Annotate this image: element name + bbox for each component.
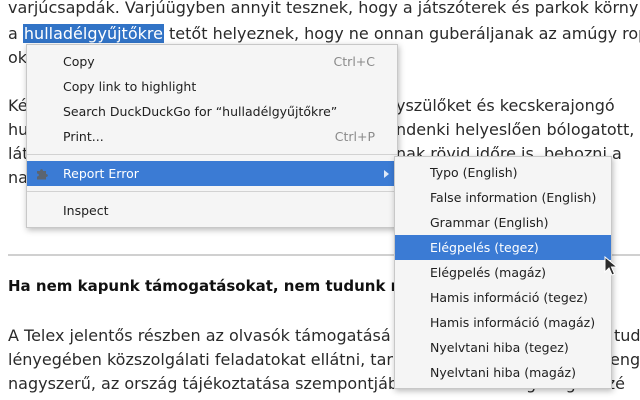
article-line: A Telex jelentős részben az olvasók támo… bbox=[8, 326, 391, 345]
menu-item-copy-link-to-highlight[interactable]: Copy link to highlight bbox=[27, 74, 397, 99]
selected-text[interactable]: hulladélgyűjtőkre bbox=[22, 24, 164, 43]
submenu-item-typo-english[interactable]: Typo (English) bbox=[395, 160, 611, 185]
menu-item-inspect[interactable]: Inspect bbox=[27, 198, 397, 223]
article-line: ok bbox=[8, 48, 28, 67]
menu-item-shortcut: Ctrl+P bbox=[334, 129, 375, 144]
menu-item-label: Copy link to highlight bbox=[63, 79, 197, 94]
menu-item-print[interactable]: Print... Ctrl+P bbox=[27, 124, 397, 149]
menu-item-label: Nyelvtani hiba (magáz) bbox=[430, 365, 576, 380]
menu-separator bbox=[27, 154, 397, 155]
article-line-with-selection: a hulladélgyűjtőkre tetőt helyeznek, hog… bbox=[8, 24, 640, 44]
article-text: tetőt helyeznek, hogy ne onnan guberálja… bbox=[169, 24, 640, 43]
article-line: lényegében közszolgálati feladatokat ell… bbox=[8, 350, 393, 369]
menu-item-label: Report Error bbox=[63, 166, 139, 181]
article-line: eng bbox=[610, 350, 640, 369]
menu-item-label: Search DuckDuckGo for “hulladélgyűjtőkre… bbox=[63, 104, 338, 119]
report-error-submenu: Typo (English) False information (Englis… bbox=[394, 156, 612, 389]
submenu-item-nyelvtani-hiba-magaz[interactable]: Nyelvtani hiba (magáz) bbox=[395, 360, 611, 385]
menu-item-label: Print... bbox=[63, 129, 104, 144]
menu-item-label: Copy bbox=[63, 54, 95, 69]
article-text: a bbox=[8, 24, 18, 43]
menu-item-label: False information (English) bbox=[430, 190, 597, 205]
menu-separator bbox=[27, 191, 397, 192]
menu-item-label: Elégpelés (tegez) bbox=[430, 240, 539, 255]
article-line: tud bbox=[614, 326, 640, 345]
menu-item-label: Inspect bbox=[63, 203, 109, 218]
menu-item-label: Hamis információ (magáz) bbox=[430, 315, 596, 330]
menu-item-label: Elégpelés (magáz) bbox=[430, 265, 547, 280]
menu-item-search-duckduckgo[interactable]: Search DuckDuckGo for “hulladélgyűjtőkre… bbox=[27, 99, 397, 124]
menu-item-label: Nyelvtani hiba (tegez) bbox=[430, 340, 569, 355]
submenu-item-hamis-informacio-magaz[interactable]: Hamis információ (magáz) bbox=[395, 310, 611, 335]
article-line: yszülőket és kecskerajongó bbox=[396, 96, 615, 115]
menu-item-shortcut: Ctrl+C bbox=[333, 54, 375, 69]
submenu-item-grammar-english[interactable]: Grammar (English) bbox=[395, 210, 611, 235]
menu-item-label: Hamis információ (tegez) bbox=[430, 290, 588, 305]
submenu-item-elegpeles-magaz[interactable]: Elégpelés (magáz) bbox=[395, 260, 611, 285]
menu-item-label: Grammar (English) bbox=[430, 215, 549, 230]
puzzle-piece-icon bbox=[37, 169, 48, 180]
submenu-arrow-icon bbox=[384, 170, 389, 178]
submenu-item-false-information-english[interactable]: False information (English) bbox=[395, 185, 611, 210]
menu-item-label: Typo (English) bbox=[430, 165, 518, 180]
section-heading: Ha nem kapunk támogatásokat, nem tudunk … bbox=[8, 277, 407, 295]
article-line: varjúcsapdák. Varjúügyben annyit tesznek… bbox=[8, 0, 639, 17]
menu-item-report-error[interactable]: Report Error bbox=[27, 161, 397, 186]
submenu-item-hamis-informacio-tegez[interactable]: Hamis információ (tegez) bbox=[395, 285, 611, 310]
menu-item-copy[interactable]: Copy Ctrl+C bbox=[27, 49, 397, 74]
submenu-item-elegpeles-tegez[interactable]: Elégpelés (tegez) bbox=[395, 235, 611, 260]
article-line: na bbox=[8, 168, 28, 187]
article-line: Ké bbox=[8, 96, 28, 115]
context-menu: Copy Ctrl+C Copy link to highlight Searc… bbox=[26, 44, 398, 228]
article-line: ndenki helyeslően bólogatott, bbox=[396, 120, 635, 139]
mouse-pointer-icon bbox=[604, 256, 618, 276]
submenu-item-nyelvtani-hiba-tegez[interactable]: Nyelvtani hiba (tegez) bbox=[395, 335, 611, 360]
